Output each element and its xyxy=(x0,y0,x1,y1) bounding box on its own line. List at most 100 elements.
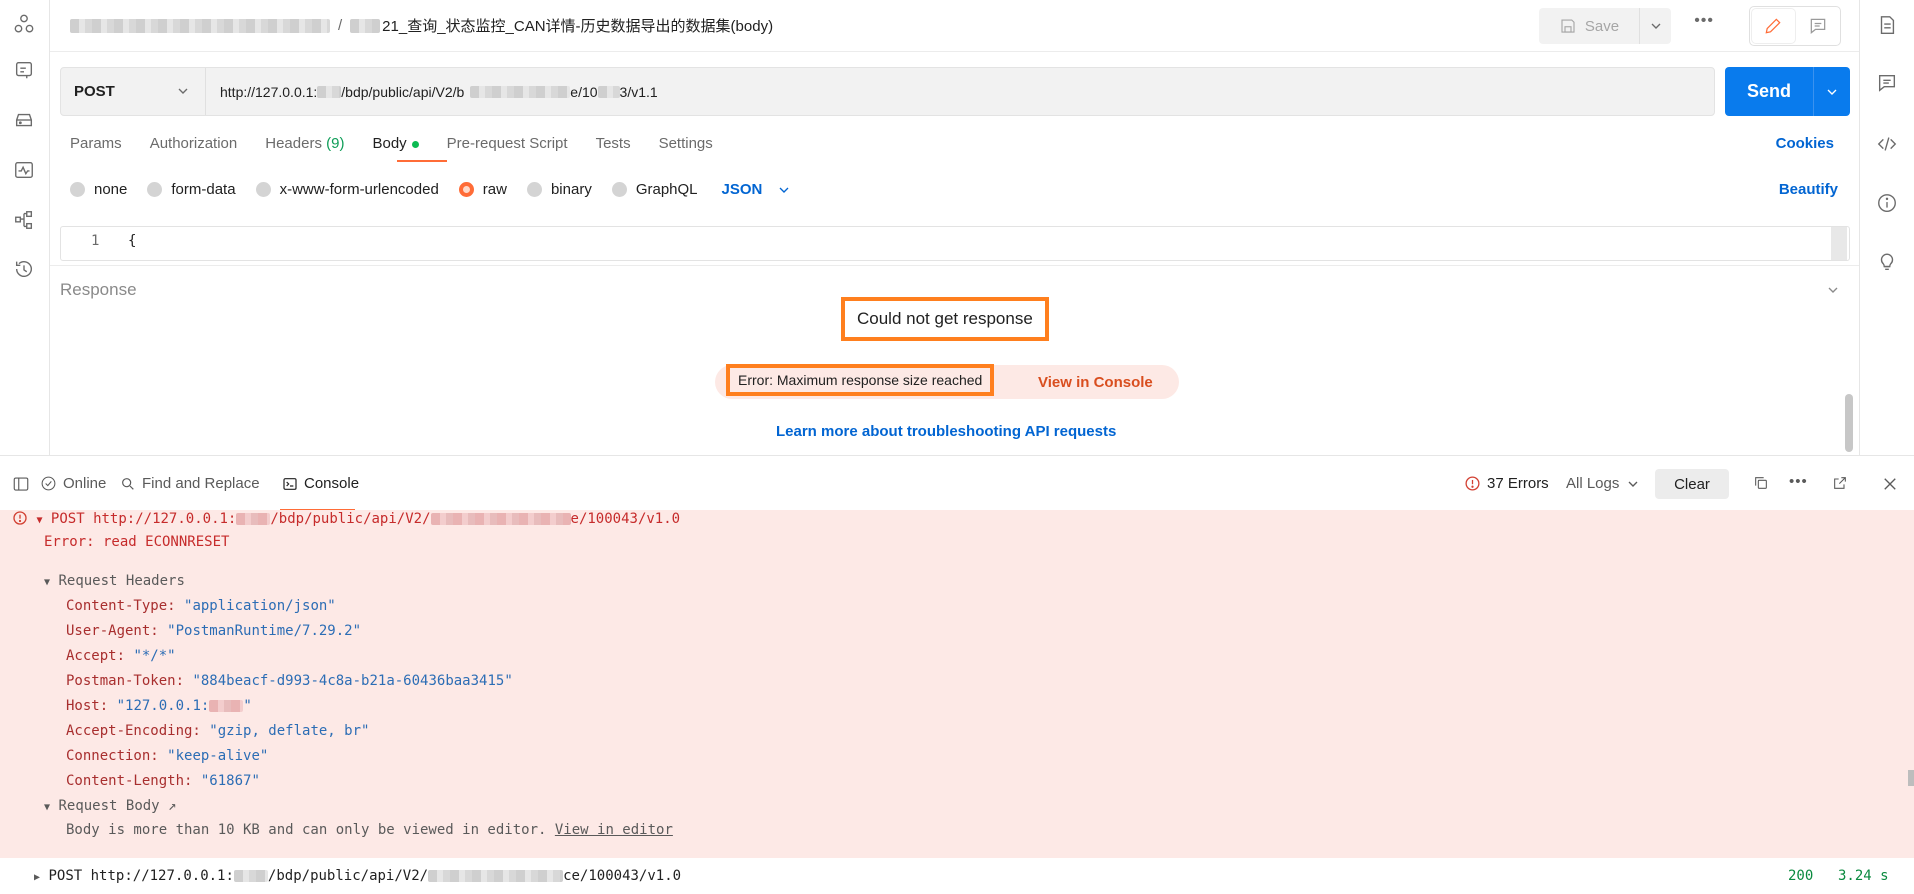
radio-label: x-www-form-urlencoded xyxy=(279,181,439,198)
request-headers-label: Request Headers xyxy=(58,573,185,589)
tab-params[interactable]: Params xyxy=(70,135,122,152)
toggle-sidebar-icon[interactable] xyxy=(12,475,30,493)
radio-graphql[interactable]: GraphQL xyxy=(611,181,698,198)
documentation-icon[interactable] xyxy=(1876,14,1900,38)
response-label: Response xyxy=(60,280,137,299)
method-label: POST xyxy=(74,83,115,100)
view-mode-toggle xyxy=(1749,6,1841,46)
log-entry-error[interactable]: ▼ POST http://127.0.0.1: /bdp/public/api/… xyxy=(12,510,680,527)
open-external-icon[interactable]: ↗ xyxy=(168,798,176,814)
chevron-down-icon xyxy=(1827,89,1837,95)
header-row: Connection: "keep-alive" xyxy=(66,748,268,764)
chevron-down-icon[interactable] xyxy=(1825,282,1841,298)
expand-triangle-icon[interactable]: ▶ xyxy=(34,872,40,883)
body-language-label: JSON xyxy=(721,181,763,198)
learn-more-link[interactable]: Learn more about troubleshooting API req… xyxy=(776,423,1116,440)
request-title[interactable]: 21_查询_状态监控_CAN详情-历史数据导出的数据集(body) xyxy=(382,15,773,36)
tab-settings[interactable]: Settings xyxy=(659,135,713,152)
send-button[interactable]: Send xyxy=(1725,67,1813,116)
tab-headers-count: (9) xyxy=(326,135,345,152)
errors-count[interactable]: 37 Errors xyxy=(1464,475,1549,492)
response-scrollbar[interactable] xyxy=(1845,394,1853,452)
log-url: http://127.0.0.1: xyxy=(90,868,234,884)
collections-icon[interactable] xyxy=(13,13,37,37)
info-icon[interactable] xyxy=(1876,192,1900,216)
url-part: /bdp/public/api/V2/b xyxy=(341,83,465,100)
errors-label: 37 Errors xyxy=(1487,475,1549,492)
body-language-select[interactable]: JSON xyxy=(722,181,793,198)
view-in-console-link[interactable]: View in Console xyxy=(1038,374,1153,391)
header-value: "PostmanRuntime/7.29.2" xyxy=(167,623,362,639)
comments-icon[interactable] xyxy=(1876,72,1900,96)
tab-authorization[interactable]: Authorization xyxy=(150,135,238,152)
editor-code: { xyxy=(128,233,137,249)
radio-none[interactable]: none xyxy=(70,181,127,198)
expand-triangle-icon[interactable]: ▼ xyxy=(36,515,42,526)
header-value: "127.0.0.1: xyxy=(116,698,210,714)
console-toolbar: Online Find and Replace Console 37 Error… xyxy=(0,455,1914,511)
console-tab[interactable]: Console xyxy=(282,475,359,492)
tab-pre-request-script[interactable]: Pre-request Script xyxy=(447,135,568,152)
header-value: "application/json" xyxy=(184,598,336,614)
send-dropdown-button[interactable] xyxy=(1813,67,1850,116)
environments-icon[interactable] xyxy=(13,109,37,133)
beautify-link[interactable]: Beautify xyxy=(1779,181,1838,198)
log-entry[interactable]: ▶ POST http://127.0.0.1: /bdp/public/api/… xyxy=(0,858,1914,894)
radio-binary[interactable]: binary xyxy=(526,181,592,198)
radio-form-data[interactable]: form-data xyxy=(147,181,236,198)
request-body-toggle[interactable]: ▼ Request Body ↗ xyxy=(44,798,177,814)
editor-scrollbar[interactable] xyxy=(1831,227,1847,260)
apis-icon[interactable] xyxy=(13,59,37,83)
edit-mode-button[interactable] xyxy=(1752,9,1795,43)
body-modified-dot xyxy=(411,140,419,148)
console-label: Console xyxy=(304,475,360,492)
line-number: 1 xyxy=(91,233,100,249)
radio-raw[interactable]: raw xyxy=(458,181,507,198)
request-headers-toggle[interactable]: ▼ Request Headers xyxy=(44,573,185,589)
tab-headers[interactable]: Headers (9) xyxy=(265,135,344,152)
radio-dot-selected xyxy=(458,182,474,197)
radio-dot xyxy=(611,182,627,197)
redacted-path xyxy=(470,85,571,98)
body-editor[interactable]: 1 { xyxy=(60,226,1850,261)
monitors-icon[interactable] xyxy=(13,159,37,183)
header-key: Host: xyxy=(66,698,109,714)
log-filter-select[interactable]: All Logs xyxy=(1566,475,1641,492)
redacted-port xyxy=(209,700,244,712)
online-status[interactable]: Online xyxy=(40,475,106,492)
tab-body[interactable]: Body xyxy=(372,135,419,152)
lightbulb-icon[interactable] xyxy=(1876,251,1900,275)
close-icon[interactable] xyxy=(1881,475,1899,493)
find-replace-button[interactable]: Find and Replace xyxy=(120,475,260,492)
body-note: Body is more than 10 KB and can only be … xyxy=(66,822,673,838)
log-error-text: Error: read ECONNRESET xyxy=(44,534,230,550)
view-in-editor-link[interactable]: View in editor xyxy=(555,822,673,838)
clear-console-button[interactable]: Clear xyxy=(1655,469,1729,499)
radio-dot xyxy=(526,182,542,197)
copy-icon[interactable] xyxy=(1753,475,1769,491)
save-dropdown-button[interactable] xyxy=(1639,8,1671,44)
more-actions-button[interactable]: ••• xyxy=(1694,12,1714,30)
request-tabs: Params Authorization Headers (9) Body Pr… xyxy=(70,135,741,152)
history-icon[interactable] xyxy=(13,258,37,282)
tab-tests[interactable]: Tests xyxy=(596,135,631,152)
cookies-link[interactable]: Cookies xyxy=(1776,135,1834,152)
radio-label: binary xyxy=(550,181,592,198)
request-header: / 21_查询_状态监控_CAN详情-历史数据导出的数据集(body) Save… xyxy=(50,0,1859,52)
radio-dot xyxy=(255,182,271,197)
log-method: POST xyxy=(50,511,85,527)
save-button[interactable]: Save xyxy=(1539,8,1639,44)
url-part: 3/v1.1 xyxy=(619,83,658,100)
pop-out-icon[interactable] xyxy=(1832,475,1848,491)
radio-x-www-form-urlencoded[interactable]: x-www-form-urlencoded xyxy=(255,181,439,198)
flows-icon[interactable] xyxy=(13,209,37,233)
method-select[interactable]: POST xyxy=(61,68,206,115)
redacted-path xyxy=(428,870,564,882)
comment-mode-button[interactable] xyxy=(1799,9,1838,43)
log-status: 200 xyxy=(1788,868,1814,884)
more-options-icon[interactable]: ••• xyxy=(1789,473,1808,490)
body-type-options: none form-data x-www-form-urlencoded raw… xyxy=(70,181,792,198)
url-input[interactable]: http://127.0.0.1: /bdp/public/api/V2/b e… xyxy=(206,68,1714,115)
code-icon[interactable] xyxy=(1876,133,1900,157)
console-scrollbar[interactable] xyxy=(1908,770,1914,786)
